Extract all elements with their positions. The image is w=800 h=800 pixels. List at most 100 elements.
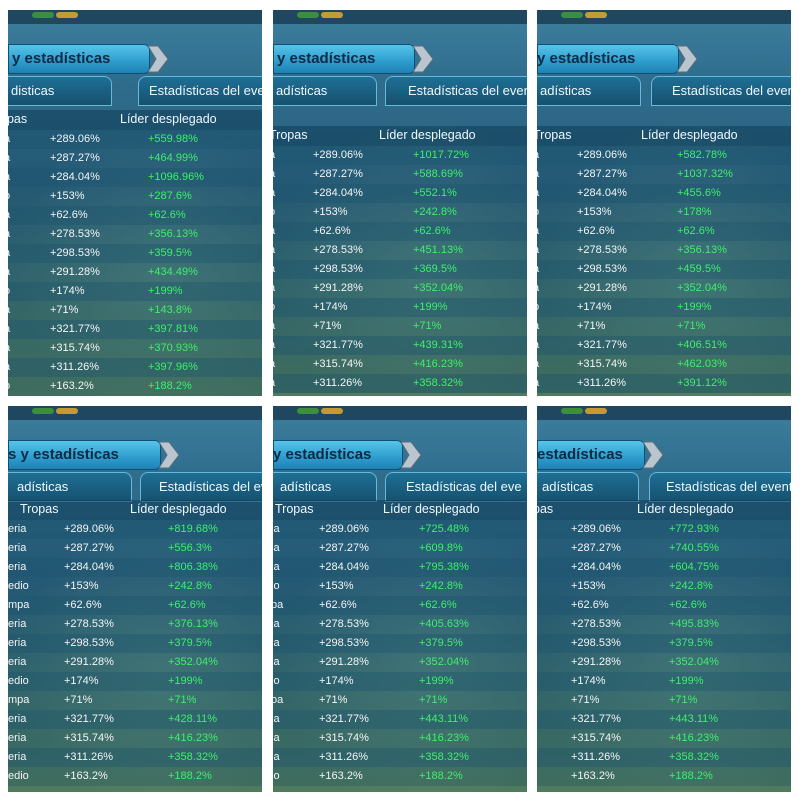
- unit-type-name: a: [273, 225, 275, 237]
- table-row: a +71% +71%: [273, 317, 527, 336]
- banner-arrow-icon[interactable]: [158, 440, 181, 470]
- unit-type-name: a: [537, 225, 539, 237]
- table-row: io +163.2% +188.2%: [273, 767, 527, 786]
- banner-arrow-icon[interactable]: [642, 440, 665, 470]
- troops-bonus-value: +287.27%: [313, 168, 363, 180]
- leader-bonus-value: +556.3%: [168, 542, 212, 554]
- troops-bonus-value: +163.2%: [319, 770, 363, 782]
- unit-type-name: a: [537, 358, 539, 370]
- leader-bonus-value: +495.83%: [669, 618, 719, 630]
- troops-bonus-value: +287.27%: [571, 542, 621, 554]
- banner-arrow-icon[interactable]: [147, 44, 170, 74]
- table-row: io +174% +199%: [273, 672, 527, 691]
- banner-arrow-icon[interactable]: [412, 44, 435, 74]
- troops-bonus-value: +321.77%: [571, 713, 621, 725]
- table-row: a +278.53% +356.13%: [537, 241, 791, 260]
- table-header: pas Líder desplegado: [537, 500, 791, 520]
- table-row: a +321.77% +439.31%: [273, 336, 527, 355]
- leader-bonus-value: +806.38%: [168, 561, 218, 573]
- troops-bonus-value: +284.04%: [577, 187, 627, 199]
- troops-bonus-value: +174%: [313, 301, 348, 313]
- table-row: ia +284.04% +795.38%: [273, 558, 527, 577]
- table-row: eria +298.53% +379.5%: [8, 634, 262, 653]
- status-pill-green: [297, 12, 319, 18]
- leader-bonus-value: +188.2%: [669, 770, 713, 782]
- tab-event-statistics[interactable]: Estadísticas del even: [385, 76, 527, 106]
- tab-event-statistics[interactable]: Estadísticas del even: [651, 76, 791, 106]
- status-pill-green: [32, 12, 54, 18]
- troops-bonus-value: +278.53%: [64, 618, 114, 630]
- table-row: io +153% +242.8%: [273, 577, 527, 596]
- table-row: o +153% +242.8%: [273, 203, 527, 222]
- unit-type-name: ia: [273, 732, 280, 744]
- unit-type-name: eria: [8, 618, 27, 630]
- leader-bonus-value: +242.8%: [168, 580, 212, 592]
- unit-type-name: a: [537, 320, 539, 332]
- leader-bonus-value: +242.8%: [413, 206, 457, 218]
- troops-bonus-value: +71%: [577, 320, 606, 332]
- unit-type-name: mpa: [8, 694, 30, 706]
- unit-type-name: a: [537, 282, 539, 294]
- section-banner: y estadísticas: [8, 44, 150, 74]
- leader-bonus-value: +459.5%: [677, 263, 721, 275]
- tab-event-statistics[interactable]: Estadísticas del event: [649, 472, 791, 502]
- unit-type-name: a: [8, 133, 10, 145]
- top-status-strip: [8, 406, 262, 420]
- troops-bonus-value: +291.28%: [313, 282, 363, 294]
- leader-bonus-value: +379.5%: [419, 637, 463, 649]
- unit-type-name: eria: [8, 713, 27, 725]
- tab-event-statistics[interactable]: Estadísticas del eve: [140, 472, 262, 502]
- troops-bonus-value: +291.28%: [577, 282, 627, 294]
- leader-bonus-value: +1017.72%: [413, 149, 469, 161]
- tab-statistics[interactable]: adísticas: [537, 76, 641, 106]
- troops-bonus-value: +291.28%: [319, 656, 369, 668]
- troops-bonus-value: +71%: [64, 694, 93, 706]
- tab-statistics[interactable]: adísticas: [8, 472, 132, 502]
- leader-bonus-value: +416.23%: [168, 732, 218, 744]
- leader-bonus-value: +451.13%: [413, 244, 463, 256]
- table-row: a +311.26% +391.12%: [537, 374, 791, 393]
- unit-type-name: a: [537, 377, 539, 389]
- leader-bonus-value: +405.63%: [419, 618, 469, 630]
- troops-bonus-value: +298.53%: [319, 637, 369, 649]
- header-troops: pas: [537, 502, 554, 516]
- table-row: o +153% +287.6%: [8, 187, 262, 206]
- unit-type-name: ia: [273, 713, 280, 725]
- table-row: +289.06% +772.93%: [537, 520, 791, 539]
- leader-bonus-value: +358.32%: [168, 751, 218, 763]
- leader-bonus-value: +588.69%: [413, 168, 463, 180]
- unit-type-name: eria: [8, 732, 27, 744]
- leader-bonus-value: +464.99%: [148, 152, 198, 164]
- section-banner: y estadísticas: [273, 440, 403, 470]
- leader-bonus-value: +819.68%: [168, 523, 218, 535]
- unit-type-name: ia: [273, 618, 280, 630]
- unit-type-name: a: [8, 209, 10, 221]
- unit-type-name: a: [8, 152, 10, 164]
- tab-statistics[interactable]: adísticas: [273, 472, 377, 502]
- tab-statistics[interactable]: adísticas: [537, 472, 639, 502]
- status-pill-gold: [56, 408, 78, 414]
- unit-type-name: eria: [8, 637, 27, 649]
- troops-bonus-value: +62.6%: [577, 225, 615, 237]
- leader-bonus-value: +559.98%: [148, 133, 198, 145]
- leader-bonus-value: +1096.96%: [148, 171, 204, 183]
- unit-type-name: a: [273, 263, 275, 275]
- troops-bonus-value: +311.26%: [313, 377, 363, 389]
- troops-bonus-value: +174%: [577, 301, 612, 313]
- banner-arrow-icon[interactable]: [676, 44, 699, 74]
- leader-bonus-value: +397.96%: [148, 361, 198, 373]
- troops-bonus-value: +289.06%: [313, 149, 363, 161]
- tab-event-statistics[interactable]: Estadísticas del eve: [385, 472, 527, 502]
- tab-statistics[interactable]: disticas: [8, 76, 112, 106]
- banner-arrow-icon[interactable]: [400, 440, 423, 470]
- tab-event-statistics[interactable]: Estadísticas del even: [138, 76, 262, 106]
- leader-bonus-value: +199%: [669, 675, 704, 687]
- leader-bonus-value: +199%: [168, 675, 203, 687]
- troops-bonus-value: +311.26%: [64, 751, 114, 763]
- unit-type-name: io: [273, 580, 280, 592]
- tab-statistics[interactable]: adísticas: [273, 76, 377, 106]
- top-status-strip: [273, 10, 527, 24]
- game-stats-panel: estadísticas adísticas Estadísticas del ev…: [537, 406, 791, 792]
- troops-bonus-value: +287.27%: [319, 542, 369, 554]
- unit-type-name: eria: [8, 542, 27, 554]
